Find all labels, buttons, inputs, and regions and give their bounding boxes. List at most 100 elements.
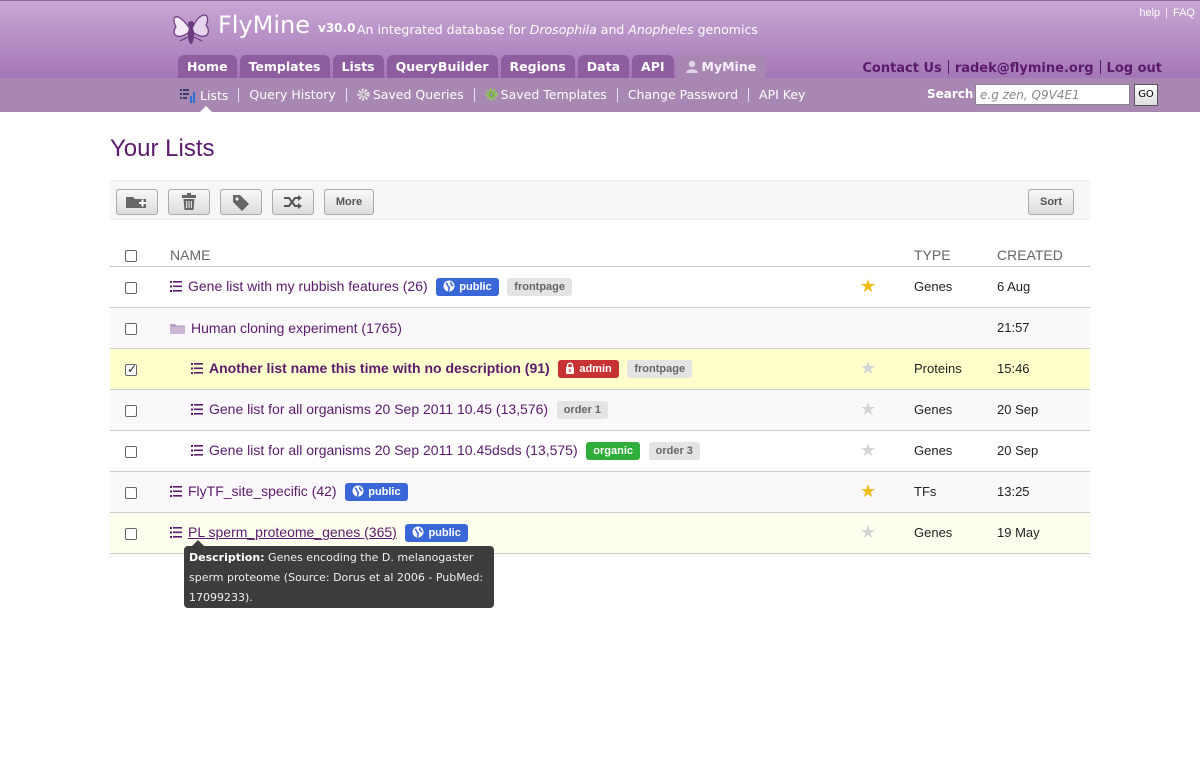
row-checkbox[interactable] bbox=[125, 281, 137, 294]
list-type: Genes bbox=[914, 389, 997, 431]
row-checkbox[interactable] bbox=[125, 486, 137, 499]
list-name-link[interactable]: Gene list for all organisms 20 Sep 2011 … bbox=[209, 401, 548, 417]
table-row: Gene list with my rubbish features (26) … bbox=[110, 266, 1090, 308]
star-icon[interactable]: ★ bbox=[860, 481, 876, 501]
search-input[interactable] bbox=[975, 84, 1130, 105]
header-bar: FlyMine v30.0 An integrated database for… bbox=[0, 0, 1200, 79]
page-title: Your Lists bbox=[110, 135, 215, 162]
tab-mymine-label: MyMine bbox=[701, 59, 757, 74]
user-links: Contact Us radek@flymine.org Log out bbox=[862, 60, 1162, 76]
table-row: Human cloning experiment (1765) 21:57 bbox=[110, 307, 1090, 349]
list-name-link[interactable]: Gene list for all organisms 20 Sep 2011 … bbox=[209, 442, 578, 458]
help-link[interactable]: help bbox=[1134, 7, 1165, 19]
search-label: Search: bbox=[927, 87, 979, 101]
new-folder-button[interactable] bbox=[116, 189, 158, 215]
row-checkbox[interactable] bbox=[125, 404, 137, 417]
column-type-header[interactable]: TYPE bbox=[914, 238, 997, 267]
flymine-logo-icon[interactable] bbox=[168, 7, 214, 49]
user-email-link[interactable]: radek@flymine.org bbox=[955, 61, 1094, 76]
list-toolbar: More Sort bbox=[110, 180, 1090, 220]
globe-icon bbox=[412, 526, 424, 538]
table-row: Gene list for all organisms 20 Sep 2011 … bbox=[110, 389, 1090, 431]
subnav-saved-queries[interactable]: Saved Queries bbox=[345, 88, 474, 102]
list-name-link[interactable]: FlyTF_site_specific (42) bbox=[188, 483, 337, 499]
list-created: 15:46 bbox=[997, 348, 1090, 390]
list-name-link[interactable]: Gene list with my rubbish features (26) bbox=[188, 278, 428, 294]
tab-templates[interactable]: Templates bbox=[239, 55, 330, 79]
star-icon[interactable]: ★ bbox=[860, 358, 876, 378]
list-chart-icon bbox=[180, 88, 195, 103]
star-icon[interactable]: ★ bbox=[860, 522, 876, 542]
public-tag[interactable]: public bbox=[345, 482, 408, 501]
tab-lists[interactable]: Lists bbox=[332, 55, 384, 79]
order-tag[interactable]: order 3 bbox=[648, 441, 700, 460]
faq-link[interactable]: FAQ bbox=[1168, 7, 1200, 19]
frontpage-tag[interactable]: frontpage bbox=[507, 277, 573, 296]
star-icon[interactable]: ★ bbox=[860, 399, 876, 419]
folder-name-link[interactable]: Human cloning experiment (1765) bbox=[191, 320, 402, 336]
list-name-link[interactable]: PL sperm_proteome_genes (365) bbox=[188, 524, 397, 540]
list-icon bbox=[170, 280, 182, 292]
list-created: 19 May bbox=[997, 512, 1090, 554]
public-tag[interactable]: public bbox=[436, 277, 499, 296]
row-checkbox[interactable] bbox=[125, 527, 137, 540]
tab-home[interactable]: Home bbox=[178, 55, 237, 79]
logout-link[interactable]: Log out bbox=[1107, 61, 1162, 76]
column-created-header[interactable]: CREATED bbox=[997, 238, 1090, 267]
tag-icon bbox=[233, 195, 249, 211]
tab-regions[interactable]: Regions bbox=[500, 55, 575, 79]
search-go-button[interactable]: GO bbox=[1134, 84, 1158, 106]
divider bbox=[947, 60, 949, 74]
more-button[interactable]: More bbox=[324, 189, 374, 215]
list-icon bbox=[170, 485, 182, 497]
column-name-header[interactable]: NAME bbox=[170, 238, 860, 267]
subnav-query-history[interactable]: Query History bbox=[238, 88, 345, 102]
admin-tag[interactable]: admin bbox=[558, 359, 619, 378]
tab-querybuilder[interactable]: QueryBuilder bbox=[386, 55, 498, 79]
tab-data[interactable]: Data bbox=[577, 55, 630, 79]
star-icon[interactable]: ★ bbox=[860, 440, 876, 460]
subnav-saved-templates[interactable]: Saved Templates bbox=[473, 87, 617, 102]
table-row: Another list name this time with no desc… bbox=[110, 348, 1090, 390]
tag-button[interactable] bbox=[220, 189, 262, 215]
lists-table: NAME TYPE CREATED Gene list with my rubb… bbox=[110, 238, 1090, 554]
star-icon[interactable]: ★ bbox=[860, 276, 876, 296]
list-name-link[interactable]: Another list name this time with no desc… bbox=[209, 360, 550, 376]
list-created: 20 Sep bbox=[997, 430, 1090, 472]
select-all-checkbox[interactable] bbox=[125, 249, 137, 262]
list-type: Genes bbox=[914, 266, 997, 308]
active-subnav-caret bbox=[200, 106, 212, 112]
contact-us-link[interactable]: Contact Us bbox=[862, 61, 941, 76]
gear-icon bbox=[485, 88, 498, 101]
delete-button[interactable] bbox=[168, 189, 210, 215]
organic-tag[interactable]: organic bbox=[586, 441, 640, 460]
tab-mymine[interactable]: MyMine bbox=[676, 55, 766, 79]
row-checkbox[interactable] bbox=[125, 445, 137, 458]
globe-icon bbox=[352, 485, 364, 497]
tooltip-label: Description: bbox=[189, 551, 265, 564]
table-row: Gene list for all organisms 20 Sep 2011 … bbox=[110, 430, 1090, 472]
list-icon bbox=[191, 362, 203, 374]
shuffle-button[interactable] bbox=[272, 189, 314, 215]
lock-icon bbox=[566, 362, 575, 374]
top-links: help | FAQ bbox=[1134, 7, 1200, 19]
row-checkbox[interactable] bbox=[125, 322, 137, 335]
subnav-lists[interactable]: Lists bbox=[180, 88, 238, 103]
person-icon bbox=[685, 60, 698, 73]
row-checkbox[interactable] bbox=[125, 362, 137, 376]
subnav-change-password[interactable]: Change Password bbox=[616, 88, 748, 102]
list-icon bbox=[191, 444, 203, 456]
tab-api[interactable]: API bbox=[632, 55, 674, 79]
gear-icon bbox=[357, 88, 370, 101]
public-tag[interactable]: public bbox=[405, 523, 468, 542]
order-tag[interactable]: order 1 bbox=[556, 400, 608, 419]
folder-icon bbox=[170, 323, 185, 334]
sort-button[interactable]: Sort bbox=[1028, 189, 1074, 215]
subnav-api-key[interactable]: API Key bbox=[748, 88, 815, 102]
frontpage-tag[interactable]: frontpage bbox=[627, 359, 693, 378]
shuffle-icon bbox=[284, 195, 302, 209]
tagline: An integrated database for Drosophila an… bbox=[357, 22, 758, 37]
list-type: Proteins bbox=[914, 348, 997, 390]
subnav-saved-templates-label: Saved Templates bbox=[500, 87, 607, 102]
brand-name[interactable]: FlyMine bbox=[218, 11, 310, 39]
